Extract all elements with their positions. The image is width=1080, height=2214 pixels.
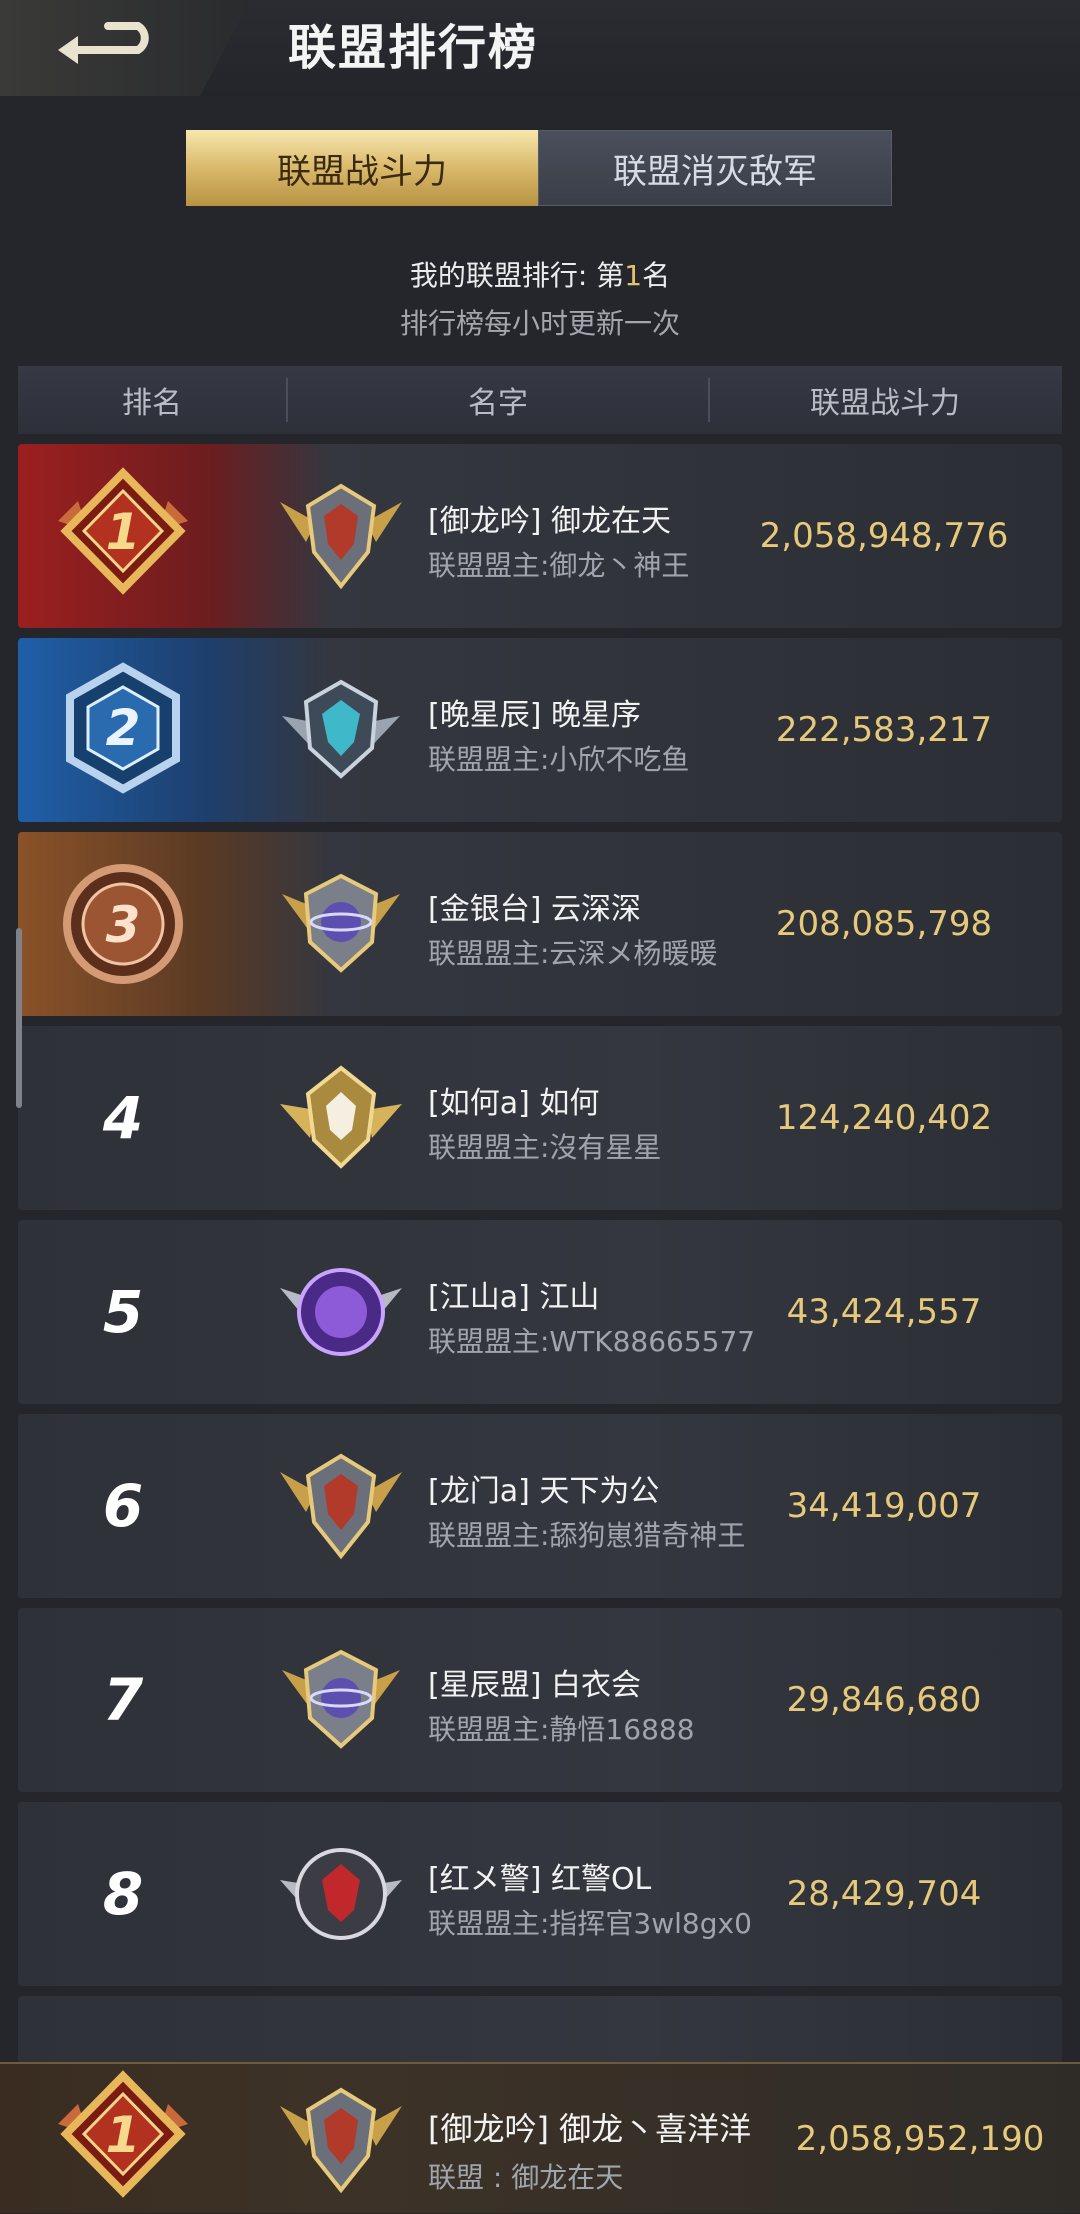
alliance-emblem-icon <box>282 873 400 973</box>
alliance-name: [如何a] 如何 <box>428 1086 600 1121</box>
alliance-power: 2,058,948,776 <box>759 516 1009 556</box>
alliance-power: 43,424,557 <box>786 1292 982 1332</box>
alliance-leader: 联盟盟主:WTK88665577 <box>428 1325 756 1358</box>
alliance-power: 29,846,680 <box>786 1680 982 1720</box>
table-row[interactable]: 6 [龙门a] 天下为公 联盟盟主:舔狗崽猎奇神王 34,419,007 <box>18 1414 1062 1598</box>
table-row[interactable]: 4 [如何a] 如何 联盟盟主:沒有星星 124,240,402 <box>18 1026 1062 1210</box>
table-row[interactable]: 7 [星辰盟] 白衣会 联盟盟主:静悟16888 29,846,680 <box>18 1608 1062 1792</box>
alliance-emblem-icon <box>280 1268 402 1356</box>
alliance-emblem-icon <box>282 1649 400 1749</box>
back-button[interactable] <box>0 0 250 96</box>
tab-bar: 联盟战斗力 联盟消灭敌军 <box>186 130 892 206</box>
column-header-rank: 排名 <box>122 386 182 421</box>
alliance-emblem-icon <box>280 1453 402 1560</box>
table-row[interactable]: 2 [晚星辰] 晚星序 联盟盟主:小欣不吃鱼 222,583,217 <box>18 638 1062 822</box>
column-header-power: 联盟战斗力 <box>810 386 960 421</box>
alliance-leader: 联盟盟主:静悟16888 <box>428 1713 695 1746</box>
rank-medal-bronze: 3 <box>18 832 228 1016</box>
tab-alliance-kills[interactable]: 联盟消灭敌军 <box>538 130 892 206</box>
rank-medal-silver: 2 <box>18 638 228 822</box>
alliance-name: [御龙吟] 御龙在天 <box>428 504 671 539</box>
my-entry-bar: 1 [御龙吟] 御龙丶喜洋洋 联盟 : 御龙在天 2,058,952,190 <box>0 2062 1080 2213</box>
alliance-name: [江山a] 江山 <box>428 1280 600 1315</box>
rank-cell: 6 <box>18 1414 228 1598</box>
table-header: 排名 名字 联盟战斗力 <box>18 366 1062 434</box>
alliance-power: 34,419,007 <box>786 1486 982 1526</box>
rank-1-medal-icon: 1 <box>58 467 188 595</box>
table-row[interactable]: 8 [红メ警] 红警OL 联盟盟主:指挥官3wl8gx0 28,429,704 <box>18 1802 1062 1986</box>
table-row[interactable]: 1 [御龙吟] 御龙在天 联盟盟主:御龙丶神王 2,058,948,776 <box>18 444 1062 628</box>
alliance-emblem-icon <box>280 1065 402 1169</box>
update-note: 排行榜每小时更新一次 <box>399 307 680 340</box>
rank-number: 6 <box>102 1472 144 1540</box>
page-title: 联盟排行榜 <box>288 20 539 76</box>
alliance-name: [红メ警] 红警OL <box>428 1862 652 1897</box>
tab-alliance-power[interactable]: 联盟战斗力 <box>186 130 538 206</box>
alliance-name: [晚星辰] 晚星序 <box>428 698 641 733</box>
rank-medal-gold: 1 <box>18 444 228 628</box>
rank-3-medal-icon: 3 <box>63 864 183 984</box>
rank-1-medal-icon: 1 <box>58 2069 188 2198</box>
rank-number: 1 <box>106 503 141 561</box>
rank-cell: 7 <box>18 1608 228 1792</box>
alliance-leader: 联盟盟主:舔狗崽猎奇神王 <box>428 1519 746 1552</box>
table-row[interactable]: 3 [金银台] 云深深 联盟盟主:云深メ杨暖暖 208,085,798 <box>18 832 1062 1016</box>
table-row[interactable]: 5 [江山a] 江山 联盟盟主:WTK88665577 43,424,557 <box>18 1220 1062 1404</box>
next-row-partial <box>18 1996 1062 2062</box>
alliance-name: [星辰盟] 白衣会 <box>428 1668 641 1703</box>
alliance-leader: 联盟盟主:指挥官3wl8gx0 <box>428 1907 752 1940</box>
rank-cell: 4 <box>18 1026 228 1210</box>
my-alliance-rank: 我的联盟排行: 第1名 <box>0 254 1080 294</box>
my-rank-prefix: 我的联盟排行: 第 <box>409 259 625 292</box>
rank-number: 2 <box>106 699 141 757</box>
rank-number: 5 <box>102 1278 144 1346</box>
my-rank-medal: 1 <box>18 2064 228 2213</box>
alliance-power: 28,429,704 <box>786 1874 982 1914</box>
rank-number: 4 <box>102 1084 144 1152</box>
alliance-emblem-icon <box>280 1848 402 1940</box>
my-rank-suffix: 名 <box>642 259 671 292</box>
alliance-leader: 联盟盟主:御龙丶神王 <box>428 549 690 582</box>
ranking-list[interactable]: 1 [御龙吟] 御龙在天 联盟盟主:御龙丶神王 2,058,948,776 2 … <box>18 444 1062 1996</box>
rank-2-medal-icon: 2 <box>66 662 180 794</box>
rank-cell: 8 <box>18 1802 228 1986</box>
alliance-emblem-icon <box>280 2087 402 2194</box>
rank-number: 3 <box>106 896 141 954</box>
rank-cell: 5 <box>18 1220 228 1404</box>
alliance-power: 208,085,798 <box>775 904 993 944</box>
alliance-power: 222,583,217 <box>775 710 993 750</box>
alliance-emblem-icon <box>280 483 402 590</box>
back-arrow-icon <box>58 22 149 64</box>
top-bar: 联盟排行榜 <box>0 0 1080 96</box>
alliance-leader: 联盟盟主:沒有星星 <box>428 1131 662 1164</box>
my-player-name: [御龙吟] 御龙丶喜洋洋 <box>428 2110 752 2148</box>
scrollbar[interactable] <box>16 928 22 1108</box>
rank-number: 8 <box>102 1860 144 1928</box>
alliance-emblem-icon <box>282 679 400 779</box>
rank-number: 7 <box>102 1666 144 1734</box>
my-alliance-label: 联盟 : 御龙在天 <box>428 2161 624 2194</box>
alliance-name: [龙门a] 天下为公 <box>428 1474 660 1509</box>
alliance-leader: 联盟盟主:云深メ杨暖暖 <box>428 937 718 970</box>
alliance-leader: 联盟盟主:小欣不吃鱼 <box>428 743 690 776</box>
alliance-power: 124,240,402 <box>775 1098 993 1138</box>
alliance-name: [金银台] 云深深 <box>428 892 641 927</box>
column-header-name: 名字 <box>468 386 528 421</box>
my-power: 2,058,952,190 <box>795 2118 1045 2159</box>
rank-number: 1 <box>106 2106 141 2164</box>
my-rank-number: 1 <box>624 259 643 292</box>
